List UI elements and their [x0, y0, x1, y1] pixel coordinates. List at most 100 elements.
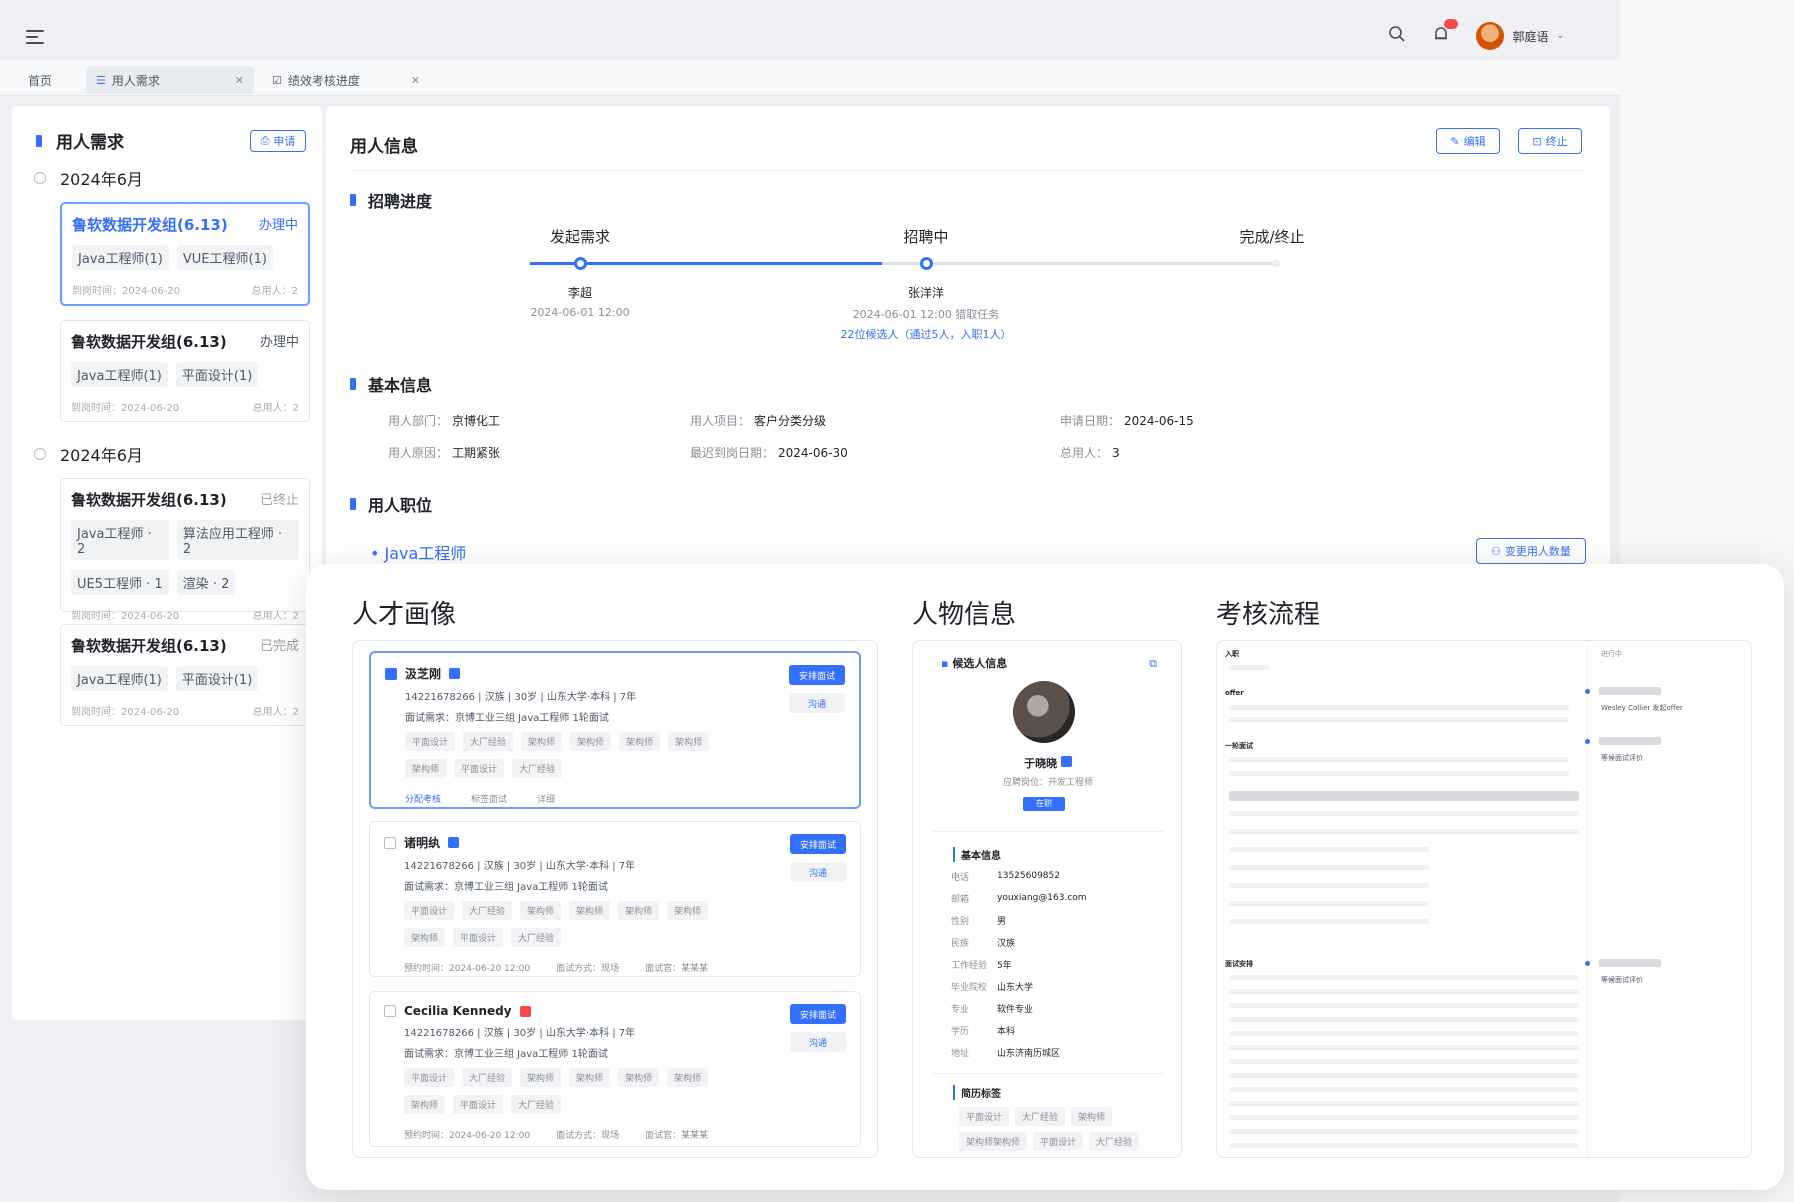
edit-button[interactable]: ✎ 编辑: [1436, 128, 1500, 154]
timeline-dot: [34, 172, 46, 184]
section-marker: [350, 378, 356, 390]
skill-tag: 架构师: [668, 732, 710, 751]
field-total: 总用人： 3: [1060, 444, 1120, 461]
candidate-name: Cecilia Kennedy: [404, 1004, 512, 1018]
skill-tag: 架构师: [570, 732, 612, 751]
field-reason: 用人原因： 工期紧张: [388, 444, 500, 461]
sidebar-title: 用人需求: [36, 128, 124, 153]
flow-placeholder: [1229, 989, 1579, 994]
skill-tag: 架构师: [520, 901, 562, 920]
stop-icon: ⊡: [1532, 134, 1542, 148]
field-value: 3: [1112, 446, 1120, 460]
field-key: 总用人：: [1060, 446, 1109, 460]
sidebar-title-text: 用人需求: [56, 133, 124, 153]
step-label: 完成/终止: [1239, 228, 1305, 246]
list-icon: ☰: [96, 73, 106, 87]
user-menu[interactable]: 郭庭语 ⌄: [1476, 22, 1564, 50]
flow-date: [1599, 959, 1661, 967]
interviewer: 面试官：某某某: [645, 964, 709, 974]
demand-card[interactable]: 鲁软数据开发组(6.13) 办理中 Java工程师(1) 平面设计(1) 到岗时间：…: [60, 320, 310, 422]
flow-placeholder: [1229, 665, 1269, 670]
position-tag: Java工程师 · 2: [71, 520, 169, 560]
flow-event: Wesley Collier 发起offer: [1601, 704, 1683, 712]
close-icon[interactable]: ✕: [411, 74, 420, 87]
change-headcount-button[interactable]: ⚇ 变更用人数量: [1476, 538, 1586, 564]
divider: [1587, 641, 1588, 1157]
card-total: 总用人：2: [252, 707, 299, 718]
chat-button[interactable]: 沟通: [790, 862, 846, 882]
info-row: 学历 本科: [927, 1019, 1167, 1041]
schedule-interview-button[interactable]: 安排面试: [790, 1004, 846, 1024]
demand-card[interactable]: 鲁软数据开发组(6.13) 已完成 Java工程师(1) 平面设计(1) 到岗时间：…: [60, 624, 310, 726]
talent-panel: 汲芝刚 14221678266 | 汉族 | 30岁 | 山东大学·本科 | 7…: [352, 640, 878, 1158]
flow-event: 等候面试评价: [1601, 976, 1643, 984]
tab-label: 首页: [28, 73, 53, 88]
card-total: 总用人：2: [251, 286, 298, 297]
demand-card[interactable]: 鲁软数据开发组(6.13) 已终止 Java工程师 · 2 算法应用工程师 · 2 …: [60, 478, 310, 622]
step-node: [574, 257, 587, 270]
status-button[interactable]: 在职: [1023, 797, 1065, 811]
card-title: 鲁软数据开发组(6.13): [71, 637, 227, 655]
position-item[interactable]: • Java工程师: [370, 540, 466, 564]
menu-icon[interactable]: [26, 30, 44, 44]
tab-performance[interactable]: ☑ 绩效考核进度 ✕: [262, 66, 430, 94]
bell-icon[interactable]: [1432, 19, 1459, 47]
demand-card[interactable]: 鲁软数据开发组(6.13) 办理中 Java工程师(1) VUE工程师(1) 到岗时…: [60, 202, 310, 306]
checkbox[interactable]: [384, 1005, 396, 1017]
page-title: 用人信息: [350, 137, 418, 157]
resume-tag: 架构师架构师: [959, 1132, 1028, 1151]
field-value: 工期紧张: [452, 446, 501, 460]
tab-home[interactable]: 首页: [18, 66, 62, 94]
verified-icon: [519, 1005, 531, 1017]
flow-table-header: [1229, 791, 1579, 801]
tab-demand[interactable]: ☰ 用人需求 ✕: [86, 66, 254, 94]
search-icon[interactable]: [1388, 25, 1406, 47]
close-icon[interactable]: ✕: [235, 74, 244, 87]
detail-link[interactable]: 详细: [537, 792, 555, 805]
tag-interview-link[interactable]: 标签面试: [471, 792, 507, 805]
field-key: 申请日期：: [1060, 414, 1121, 428]
card-title: 鲁软数据开发组(6.13): [72, 216, 228, 234]
step-time: 2024-06-01 12:00 猎取任务: [852, 308, 1000, 321]
info-value: 男: [997, 916, 1007, 927]
divider: [933, 831, 1163, 832]
field-key: 用人部门：: [388, 414, 449, 428]
apply-button[interactable]: ⎙ 申请: [250, 130, 306, 152]
candidate-card[interactable]: Cecilia Kennedy 14221678266 | 汉族 | 30岁 |…: [369, 991, 861, 1147]
change-label: 变更用人数量: [1504, 545, 1571, 558]
schedule-interview-button[interactable]: 安排面试: [790, 834, 846, 854]
flow-panel: 入职 offer 一轮面试 面试安排 进行中 Wesley Collier 发起…: [1216, 640, 1752, 1158]
chat-button[interactable]: 沟通: [790, 1032, 846, 1052]
resume-tag: 大厂经验: [1089, 1132, 1140, 1151]
candidate-card[interactable]: 汲芝刚 14221678266 | 汉族 | 30岁 | 山东大学·本科 | 7…: [369, 651, 861, 809]
feature-showcase: 人才画像 人物信息 考核流程 汲芝刚 14221678266 | 汉族 | 30…: [306, 564, 1784, 1190]
field-project: 用人项目： 客户分类分级: [690, 412, 826, 429]
month-group: 2024年6月: [34, 166, 143, 190]
section-marker: [36, 134, 42, 147]
stop-button[interactable]: ⊡ 终止: [1518, 128, 1582, 154]
flow-placeholder: [1229, 919, 1429, 924]
skill-tag: 架构师: [618, 1068, 660, 1087]
schedule-interview-button[interactable]: 安排面试: [789, 665, 845, 685]
flow-placeholder: [1229, 1031, 1579, 1036]
info-row: 专业 软件专业: [927, 997, 1167, 1019]
flow-placeholder: [1229, 975, 1579, 980]
candidate-card[interactable]: 诸明纨 14221678266 | 汉族 | 30岁 | 山东大学·本科 | 7…: [369, 821, 861, 977]
checkbox[interactable]: [385, 667, 397, 680]
position-tag: 渲染 · 2: [176, 570, 236, 595]
flow-dot: [1585, 689, 1590, 694]
top-bar: 郭庭语 ⌄: [0, 16, 1620, 60]
apply-label: 申请: [273, 135, 296, 148]
checklist-icon: ☑: [272, 73, 282, 87]
flow-placeholder: [1229, 1129, 1579, 1134]
flow-placeholder: [1229, 705, 1569, 710]
candidate-summary-link[interactable]: 22位候选人（通过5人，入职1人）: [841, 326, 1012, 342]
checkbox[interactable]: [384, 836, 396, 849]
assign-link[interactable]: 分配考核: [405, 792, 441, 805]
card-total: 总用人：2: [252, 611, 299, 622]
person-title: 人物信息: [912, 600, 1017, 630]
chat-button[interactable]: 沟通: [789, 693, 845, 713]
person-subtitle: 应聘岗位：开发工程师: [1002, 778, 1093, 788]
copy-icon[interactable]: ⧉: [1149, 657, 1157, 671]
section-marker: [350, 498, 356, 510]
